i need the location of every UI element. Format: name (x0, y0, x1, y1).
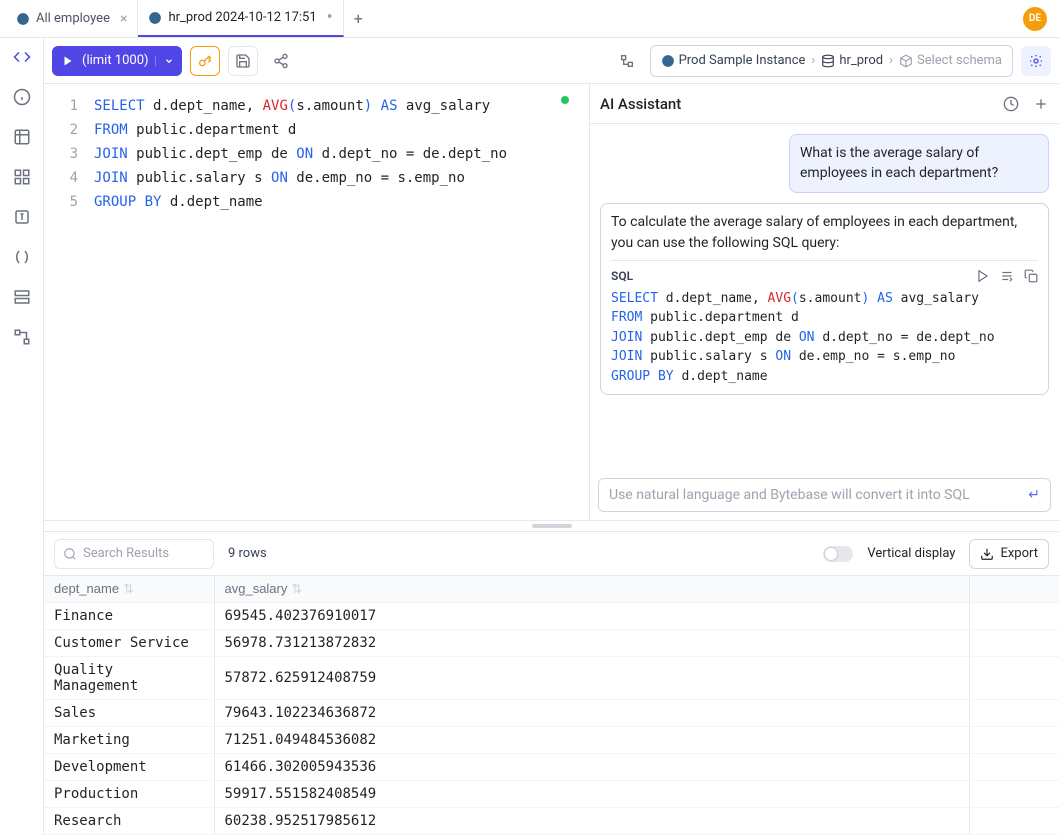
crumb-database-label: hr_prod (839, 53, 883, 68)
sql-editor[interactable]: 12345 SELECT d.dept_name, AVG(s.amount) … (44, 84, 583, 520)
share-button[interactable] (266, 46, 296, 76)
cube-icon (899, 54, 913, 68)
key-button[interactable] (190, 46, 220, 76)
left-rail (0, 38, 44, 835)
postgres-icon (16, 12, 30, 26)
crumb-instance-label: Prod Sample Instance (679, 53, 806, 68)
close-icon[interactable]: × (120, 11, 127, 27)
export-label: Export (1000, 546, 1038, 561)
table-row[interactable]: Marketing71251.049484536082 (44, 727, 1059, 754)
plus-icon[interactable] (1033, 96, 1049, 112)
line-gutter: 12345 (44, 84, 88, 520)
info-icon[interactable] (13, 88, 31, 106)
tabs-bar: All employee × hr_prod 2024-10-12 17:51 … (0, 0, 1059, 38)
avatar[interactable]: DE (1023, 7, 1047, 31)
horizontal-resize-handle[interactable] (532, 524, 572, 528)
table-row[interactable]: Research60238.952517985612 (44, 808, 1059, 835)
column-header[interactable]: dept_name⇅ (44, 576, 214, 603)
code-lang-label: SQL (611, 267, 633, 285)
crumb-schema[interactable]: Select schema (899, 53, 1002, 68)
history-icon[interactable] (1003, 96, 1019, 112)
ai-input[interactable]: Use natural language and Bytebase will c… (598, 478, 1051, 512)
column-header[interactable]: avg_salary⇅ (214, 576, 969, 603)
breadcrumb[interactable]: Prod Sample Instance › hr_prod › Select … (650, 45, 1013, 77)
run-snippet-icon[interactable] (976, 269, 990, 283)
ai-code-block: SELECT d.dept_name, AVG(s.amount) AS avg… (611, 289, 1038, 387)
workflow-icon[interactable] (13, 328, 31, 346)
chevron-right-icon: › (889, 53, 893, 68)
database-icon (821, 54, 835, 68)
send-icon[interactable]: ↵ (1028, 487, 1040, 503)
insert-snippet-icon[interactable] (1000, 269, 1014, 283)
table-row[interactable]: Finance69545.402376910017 (44, 603, 1059, 630)
row-count: 9 rows (228, 546, 267, 561)
tab-label: All employee (36, 11, 110, 26)
tree-button[interactable] (612, 46, 642, 76)
run-button[interactable]: (limit 1000) (52, 46, 182, 76)
crumb-schema-label: Select schema (917, 53, 1002, 68)
grid-icon[interactable] (13, 168, 31, 186)
results-panel: Search Results 9 rows Vertical display E… (44, 531, 1059, 835)
vertical-display-toggle[interactable] (823, 546, 853, 562)
copy-icon[interactable] (1024, 269, 1038, 283)
tab-label: hr_prod 2024-10-12 17:51 (168, 10, 316, 25)
chevron-down-icon[interactable] (155, 56, 182, 66)
postgres-icon (148, 11, 162, 25)
add-tab-button[interactable]: + (344, 9, 373, 28)
ai-assistant-message: To calculate the average salary of emplo… (600, 203, 1049, 396)
download-icon (980, 547, 994, 561)
table-row[interactable]: Customer Service56978.731213872832 (44, 630, 1059, 657)
table-row[interactable]: Sales79643.102234636872 (44, 700, 1059, 727)
ai-title: AI Assistant (600, 95, 1003, 113)
postgres-icon (661, 54, 675, 68)
tab-all-employee[interactable]: All employee × (6, 0, 138, 37)
crumb-database[interactable]: hr_prod (821, 53, 883, 68)
parentheses-icon[interactable] (13, 248, 31, 266)
chevron-right-icon: › (811, 53, 815, 68)
tab-hr-prod[interactable]: hr_prod 2024-10-12 17:51 • (138, 0, 343, 37)
crumb-instance[interactable]: Prod Sample Instance (661, 53, 806, 68)
code-icon[interactable] (13, 48, 31, 66)
run-label: (limit 1000) (82, 53, 155, 68)
search-placeholder: Search Results (83, 546, 169, 561)
table-icon[interactable] (13, 128, 31, 146)
function-icon[interactable] (13, 208, 31, 226)
save-button[interactable] (228, 46, 258, 76)
table-row[interactable]: Quality Management57872.625912408759 (44, 657, 1059, 700)
ai-input-placeholder: Use natural language and Bytebase will c… (609, 487, 970, 503)
results-table: dept_name⇅avg_salary⇅ Finance69545.40237… (44, 576, 1059, 835)
search-input[interactable]: Search Results (54, 539, 214, 569)
ai-toggle-button[interactable] (1021, 46, 1051, 76)
ai-user-message: What is the average salary of employees … (789, 134, 1049, 193)
ai-assistant-text: To calculate the average salary of emplo… (611, 212, 1038, 254)
status-dot-icon (561, 96, 569, 104)
table-row[interactable]: Development61466.302005943536 (44, 754, 1059, 781)
ai-assistant-panel: AI Assistant What is the average salary … (589, 84, 1059, 520)
rows-icon[interactable] (13, 288, 31, 306)
dirty-indicator-icon: • (327, 9, 333, 27)
play-icon (52, 55, 82, 67)
search-icon (63, 547, 77, 561)
toolbar: (limit 1000) (44, 38, 1059, 84)
code-area[interactable]: SELECT d.dept_name, AVG(s.amount) AS avg… (88, 84, 583, 520)
table-row[interactable]: Production59917.551582408549 (44, 781, 1059, 808)
export-button[interactable]: Export (969, 539, 1049, 569)
vertical-display-label: Vertical display (867, 546, 955, 561)
